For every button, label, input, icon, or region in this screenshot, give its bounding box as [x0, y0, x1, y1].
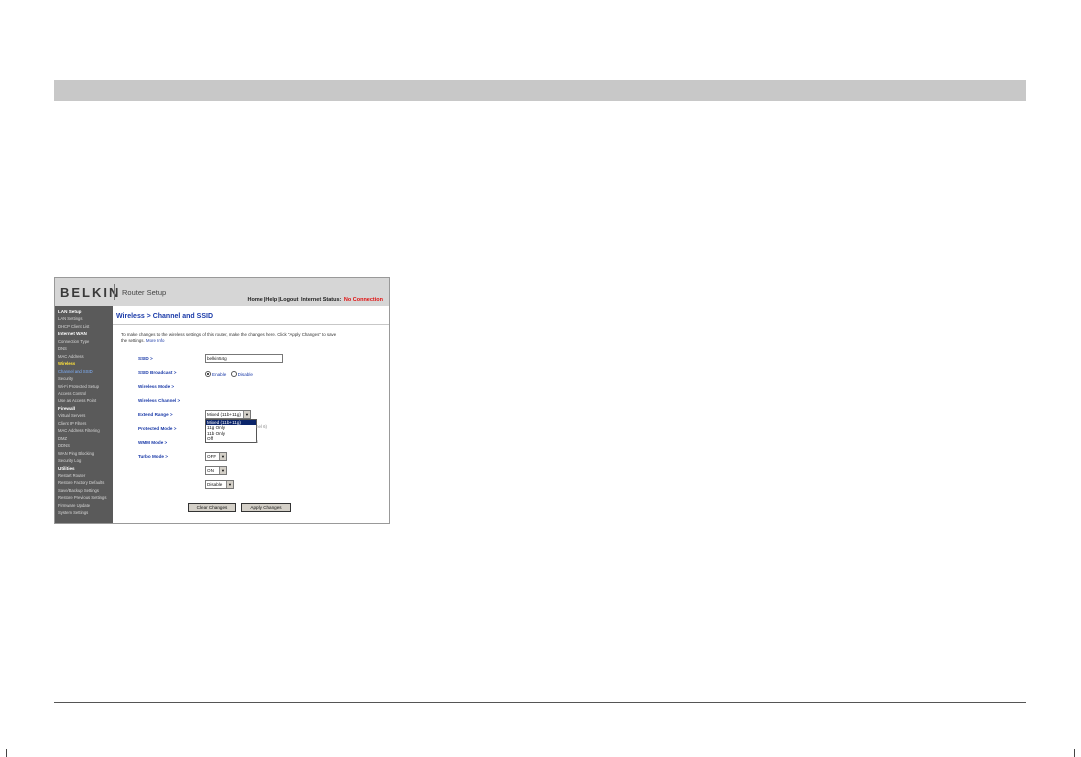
- sidebar-item[interactable]: DMZ: [55, 435, 113, 442]
- extend-range-hidden-value: s: [256, 439, 259, 444]
- intro-text: To make changes to the wireless settings…: [121, 332, 341, 344]
- extend-range-label: Extend Range >: [138, 412, 173, 417]
- ssid-broadcast-label: SSID Broadcast >: [138, 370, 177, 375]
- sidebar-item[interactable]: Wireless: [55, 360, 113, 367]
- sidebar-item[interactable]: Use as Access Point: [55, 397, 113, 404]
- crop-mark-left: [6, 749, 7, 757]
- sidebar-section-heading: Firewall: [58, 405, 76, 411]
- broadcast-enable-radio[interactable]: [205, 371, 211, 377]
- crop-mark-right: [1074, 749, 1075, 757]
- page-title: Wireless > Channel and SSID: [116, 313, 213, 320]
- broadcast-disable-radio[interactable]: [230, 371, 237, 377]
- help-link[interactable]: Help: [265, 297, 277, 303]
- wireless-mode-label: Wireless Mode >: [138, 384, 175, 389]
- wireless-mode-select[interactable]: Mixed (11b+11g) ▼: [205, 410, 251, 419]
- sidebar-item[interactable]: MAC Address: [55, 353, 113, 360]
- ssid-label: SSID >: [138, 356, 153, 361]
- turbo-mode-label: Turbo Mode >: [138, 454, 168, 459]
- broadcast-disable-label: Disable: [237, 372, 253, 377]
- protected-mode-value: OFF: [207, 454, 217, 459]
- sidebar-item[interactable]: Save/Backup Settings: [55, 487, 113, 494]
- top-navigation: Home|Help|Logout Internet Status: No Con…: [247, 297, 383, 303]
- more-info-link[interactable]: More Info: [146, 338, 165, 343]
- sidebar-item[interactable]: System Settings: [55, 509, 113, 516]
- belkin-logo: BELKIN: [60, 285, 121, 300]
- footer-rule: [54, 702, 1026, 703]
- sidebar-item[interactable]: DDNS: [55, 442, 113, 449]
- chevron-down-icon: ▼: [226, 481, 233, 488]
- sidebar-item[interactable]: Channel and SSID: [55, 368, 113, 375]
- sidebar-item[interactable]: WAN Ping Blocking: [55, 450, 113, 457]
- wmm-mode-value: ON: [207, 468, 214, 473]
- router-header: BELKIN Router Setup Home|Help|Logout Int…: [55, 278, 389, 306]
- wireless-channel-label: Wireless Channel >: [138, 398, 181, 403]
- protected-mode-label: Protected Mode >: [138, 426, 177, 431]
- title-divider: [113, 324, 389, 325]
- sidebar-item[interactable]: DNS: [55, 345, 113, 352]
- sidebar-menu: LAN Setup LAN Settings DHCP Client List Int…: [55, 306, 113, 523]
- broadcast-enable-label: Enable: [212, 372, 227, 377]
- protected-mode-select[interactable]: OFF ▼: [205, 452, 227, 461]
- sidebar-item[interactable]: Wi-Fi Protected Setup: [55, 383, 113, 390]
- sidebar-item[interactable]: Restore Previous Settings: [55, 494, 113, 501]
- sidebar-item[interactable]: Connection Type: [55, 338, 113, 345]
- clear-changes-button[interactable]: Clear Changes: [188, 503, 236, 512]
- wmm-mode-select[interactable]: ON ▼: [205, 466, 227, 475]
- wireless-channel-hidden-value: nel 6): [256, 424, 267, 429]
- apply-changes-button[interactable]: Apply Changes: [241, 503, 291, 512]
- sidebar-item[interactable]: Restart Router: [55, 472, 113, 479]
- sidebar-section-heading: LAN Setup: [58, 309, 82, 314]
- sidebar-item[interactable]: Virtual Servers: [55, 412, 113, 419]
- internet-status-label: Internet Status:: [301, 297, 342, 303]
- router-setup-screenshot: BELKIN Router Setup Home|Help|Logout Int…: [54, 277, 390, 524]
- sidebar-item[interactable]: Firmware Update: [55, 502, 113, 509]
- logo-divider: [114, 284, 115, 300]
- logout-link[interactable]: Logout: [280, 297, 299, 303]
- sidebar-item[interactable]: Security Log: [55, 457, 113, 464]
- sidebar-item[interactable]: DHCP Client List: [55, 323, 113, 330]
- wireless-mode-option[interactable]: Off: [206, 436, 256, 441]
- sidebar-item[interactable]: Security: [55, 375, 113, 382]
- turbo-mode-select[interactable]: Disable ▼: [205, 480, 234, 489]
- home-link[interactable]: Home: [248, 297, 263, 303]
- chevron-down-icon: ▼: [219, 467, 226, 474]
- internet-status-value: No Connection: [343, 297, 383, 303]
- sidebar-section-heading: Internet WAN: [58, 331, 87, 337]
- ssid-broadcast-options: Enable Disable: [205, 371, 253, 377]
- turbo-mode-value: Disable: [207, 482, 223, 487]
- sidebar-item[interactable]: Access Control: [55, 390, 113, 397]
- sidebar-item[interactable]: LAN Settings: [55, 315, 113, 322]
- sidebar-item[interactable]: Client IP Filters: [55, 420, 113, 427]
- sidebar-item[interactable]: Restore Factory Defaults: [55, 479, 113, 486]
- main-content: Wireless > Channel and SSID To make chan…: [113, 306, 389, 523]
- wmm-mode-label: WMM Mode >: [138, 440, 168, 445]
- wireless-mode-value: Mixed (11b+11g): [207, 412, 241, 417]
- chevron-down-icon: ▼: [243, 411, 250, 418]
- app-title: Router Setup: [122, 288, 167, 297]
- chevron-down-icon: ▼: [219, 453, 226, 460]
- document-header-bar: [54, 80, 1026, 101]
- ssid-input[interactable]: belkin54g: [205, 354, 283, 363]
- sidebar-item[interactable]: MAC Address Filtering: [55, 427, 113, 434]
- sidebar-section-heading: Utilities: [58, 465, 75, 471]
- wireless-mode-dropdown[interactable]: Mixed (11b+11g) 11g Only 11b Only Off: [205, 419, 257, 443]
